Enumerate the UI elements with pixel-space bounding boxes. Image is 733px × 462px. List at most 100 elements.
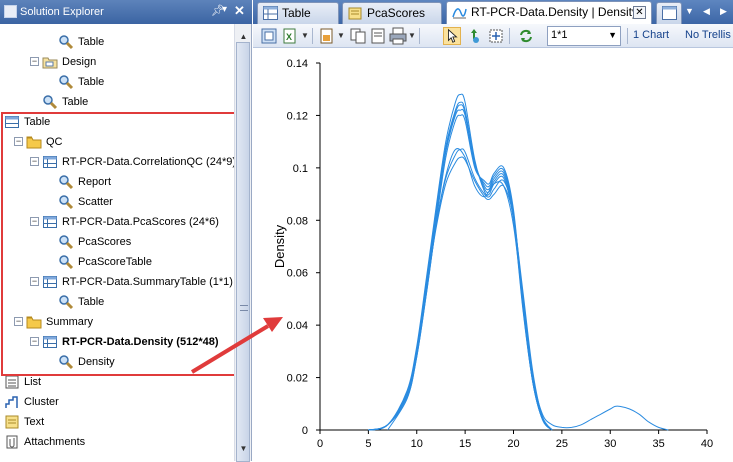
density-series-line	[368, 148, 553, 431]
tree-item[interactable]: Table	[0, 32, 234, 52]
density-series-line	[368, 114, 553, 431]
tab-list-dropdown-icon[interactable]: ▼	[685, 6, 694, 16]
y-tick-label: 0.1	[293, 163, 308, 175]
density-series-line	[387, 148, 669, 431]
y-tick-label: 0.02	[287, 373, 308, 385]
tree-item[interactable]: Cluster	[0, 392, 234, 412]
notes-icon	[348, 7, 362, 20]
dropdown-icon[interactable]: ▾	[222, 4, 227, 15]
copy-icon[interactable]	[349, 27, 367, 45]
toolbar-separator	[627, 28, 628, 44]
export-dropdown-icon[interactable]: ▼	[301, 31, 309, 40]
x-tick-label: 5	[365, 438, 371, 450]
tree-item[interactable]: Attachments	[0, 432, 234, 452]
image-dropdown-icon[interactable]: ▼	[337, 31, 345, 40]
tree-item[interactable]: Text	[0, 412, 234, 432]
y-axis-title: Density	[272, 224, 287, 268]
x-tick-label: 40	[701, 438, 713, 450]
print-preview-icon[interactable]	[369, 27, 387, 45]
solution-explorer-title: Solution Explorer	[20, 6, 104, 18]
y-tick-label: 0.06	[287, 268, 308, 280]
x-tick-label: 20	[507, 438, 519, 450]
refresh-icon[interactable]	[517, 27, 535, 45]
solution-explorer-title-bar: Solution Explorer 📌︎ ▾ ✕	[0, 0, 252, 24]
highlight-annotation-box	[1, 112, 237, 376]
scroll-down-icon[interactable]: ▼	[237, 442, 250, 455]
density-series-line	[368, 104, 553, 431]
export-image-icon[interactable]	[318, 27, 336, 45]
density-series-line	[368, 156, 553, 431]
y-tick-label: 0.14	[287, 58, 308, 70]
grip-icon	[240, 305, 248, 311]
pan-tool-icon[interactable]	[465, 27, 483, 45]
layout-select[interactable]: 1*1 ▼	[547, 26, 621, 46]
tab-label: Table	[282, 6, 311, 20]
export-excel-icon[interactable]: X	[281, 27, 299, 45]
y-tick-label: 0.12	[287, 110, 308, 122]
x-tick-label: 10	[411, 438, 423, 450]
tree-item-label: Table	[62, 96, 89, 108]
search-icon	[43, 95, 58, 110]
document-tab-bar: Table PcaScores RT-PCR-Data.Density | De…	[253, 0, 733, 24]
tab-close-icon[interactable]: ✕	[633, 6, 646, 19]
tree-item-label: Cluster	[24, 396, 59, 408]
collapse-toggle-icon[interactable]: −	[30, 57, 39, 66]
chart-count-button[interactable]: 1 Chart	[633, 29, 669, 41]
tab-label: RT-PCR-Data.Density | Density	[471, 5, 638, 19]
toolbar-separator	[312, 28, 313, 44]
text-icon	[5, 415, 19, 429]
tree-item-label: Table	[78, 76, 105, 88]
x-tick-label: 35	[653, 438, 665, 450]
x-tick-label: 30	[604, 438, 616, 450]
x-tick-label: 15	[459, 438, 471, 450]
close-icon[interactable]: ✕	[234, 3, 245, 19]
x-tick-label: 25	[556, 438, 568, 450]
chevron-down-icon[interactable]: ▼	[608, 30, 617, 40]
scroll-thumb[interactable]	[236, 42, 250, 462]
list-icon	[5, 375, 19, 389]
search-icon	[59, 75, 74, 90]
tree-item[interactable]: Table	[0, 92, 234, 112]
y-tick-label: 0.08	[287, 215, 308, 227]
tree-item[interactable]: − Design	[0, 52, 234, 72]
tab-more[interactable]	[656, 2, 682, 24]
x-tick-label: 0	[317, 438, 323, 450]
solution-explorer-panel: Solution Explorer 📌︎ ▾ ✕ Table − Design Tab…	[0, 0, 252, 462]
design-folder-icon	[42, 57, 58, 69]
print-icon[interactable]	[389, 27, 407, 45]
y-tick-label: 0	[302, 425, 308, 437]
chart-tab-icon	[452, 8, 467, 19]
print-dropdown-icon[interactable]: ▼	[408, 31, 416, 40]
toolbar-separator	[419, 28, 420, 44]
density-series-line	[368, 101, 553, 431]
scroll-tabs-left-icon[interactable]: ◀	[703, 6, 710, 17]
density-series-line	[368, 93, 553, 431]
search-icon	[59, 35, 74, 50]
tab-table[interactable]: Table	[257, 2, 339, 24]
tree-item-label: Design	[62, 56, 97, 68]
solution-explorer-icon	[4, 5, 17, 18]
layout-select-value: 1*1	[551, 29, 568, 41]
table-icon	[662, 6, 677, 20]
tree-item-label: Table	[78, 36, 105, 48]
zoom-fit-icon[interactable]	[487, 27, 505, 45]
tree-scrollbar[interactable]: ▲ ▼	[234, 24, 251, 462]
toolbar-separator	[509, 28, 510, 44]
trellis-button[interactable]: No Trellis	[685, 29, 731, 41]
tree-item-label: Text	[24, 416, 45, 428]
tree-item[interactable]: Table	[0, 72, 234, 92]
tab-density[interactable]: RT-PCR-Data.Density | Density ✕	[446, 1, 652, 24]
attachments-icon	[6, 435, 18, 449]
tab-label: PcaScores	[367, 6, 426, 20]
table-icon	[263, 6, 278, 20]
scroll-tabs-right-icon[interactable]: ▶	[720, 6, 727, 17]
cluster-icon	[5, 396, 18, 408]
tab-pcascores[interactable]: PcaScores	[342, 2, 442, 24]
density-chart-area[interactable]: 0 5 10 15 20 25 30 35 40 0 0.02 0.04 0.06 0.08 0.1 0.12…	[253, 48, 733, 461]
svg-text:X: X	[286, 32, 292, 42]
density-chart: 0 5 10 15 20 25 30 35 40 0 0.02 0.04 0.06 0.08 0.1 0.12…	[272, 58, 713, 450]
tree-item-label: Attachments	[24, 436, 86, 448]
pointer-tool-icon[interactable]	[443, 27, 461, 45]
y-tick-label: 0.04	[287, 320, 308, 332]
chart-properties-icon[interactable]	[260, 27, 278, 45]
